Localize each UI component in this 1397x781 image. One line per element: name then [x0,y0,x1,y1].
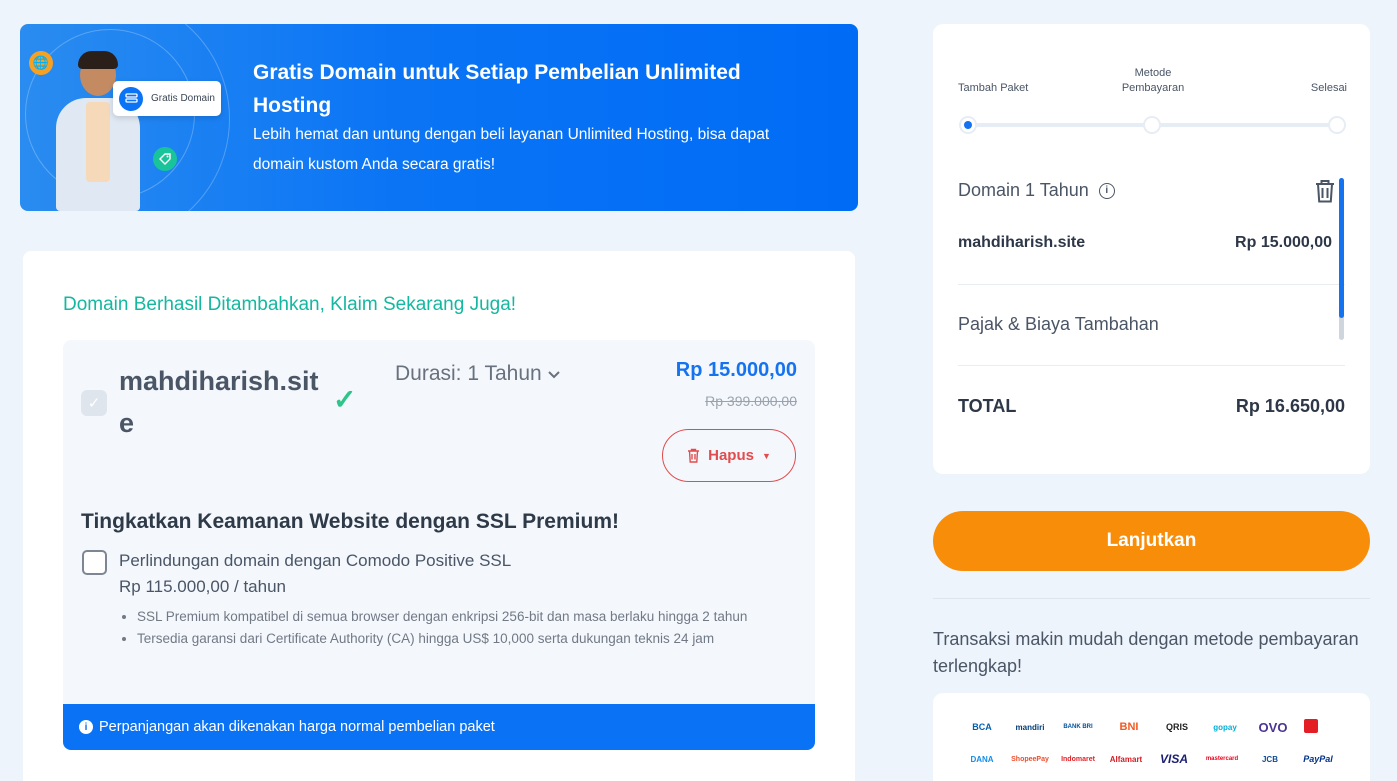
bri-logo: BANK BRI [1063,724,1093,730]
renewal-note-text: Perpanjangan akan dikenakan harga normal… [99,719,495,735]
continue-button[interactable]: Lanjutkan [933,511,1370,571]
tag-icon [153,147,177,171]
domain-card: Domain Berhasil Ditambahkan, Klaim Sekar… [23,251,855,781]
caret-down-icon: ▼ [761,450,771,461]
ssl-feature: SSL Premium kompatibel di semua browser … [137,606,797,628]
payment-methods-text: Transaksi makin mudah dengan metode pemb… [933,629,1359,676]
total-row: TOTAL Rp 16.650,00 [958,396,1345,417]
step-dot-active [959,116,977,134]
ssl-name: Perlindungan domain dengan Comodo Positi… [119,551,512,570]
success-message: Domain Berhasil Ditambahkan, Klaim Sekar… [63,294,517,315]
store-logo [1304,719,1318,733]
step-label-payment-method: Metode Pembayaran [1121,67,1185,94]
ssl-checkbox[interactable] [82,550,107,575]
bni-logo: BNI [1119,721,1139,733]
promo-banner: 🌐 Gratis Domain Gratis Domain untuk Seti… [20,24,858,211]
domain-checkbox: ✓ [81,390,107,416]
duration-value: Durasi: 1 Tahun [395,362,542,385]
mandiri-logo: mandiri [1015,722,1045,732]
divider [933,598,1370,599]
summary-domain-title: Domain 1 Tahun i [958,180,1115,201]
person-shirt [86,102,110,182]
summary-domain-name: mahdiharish.site [958,234,1086,251]
total-label: TOTAL [958,396,1017,416]
visa-logo: VISA [1159,752,1188,766]
payment-logos: BCA mandiri BANK BRI BNI QRIS gopay OVO … [933,693,1370,781]
trash-icon [688,448,700,463]
renewal-note: i Perpanjangan akan dikenakan harga norm… [63,704,815,750]
promo-person-illustration [50,51,145,211]
duration-select[interactable]: Durasi: 1 Tahun [395,362,560,386]
delete-label: Hapus [708,447,754,464]
mastercard-logo: mastercard [1205,756,1239,762]
alfamart-logo: Alfamart [1109,754,1143,764]
ovo-logo: OVO [1258,719,1288,735]
ssl-feature-list: SSL Premium kompatibel di semua browser … [137,606,797,649]
check-icon: ✓ [333,384,357,415]
banner-description: Lebih hemat dan untung dengan beli layan… [253,126,770,173]
tax-label: Pajak & Biaya Tambahan [958,314,1159,334]
person-hair [78,51,118,69]
dana-logo: DANA [970,754,994,764]
scrollbar-thumb[interactable] [1339,178,1344,318]
domain-name: mahdiharish.site [119,366,319,438]
summary-domain-title-text: Domain 1 Tahun [958,180,1089,200]
summary-domain-row: mahdiharish.site Rp 15.000,00 [958,234,1332,252]
delete-dropdown-button[interactable]: Hapus ▼ [662,429,796,482]
indomaret-logo: Indomaret [1061,755,1095,763]
step-label-done: Selesai [1310,82,1347,94]
gopay-logo: gopay [1213,722,1237,732]
divider [958,365,1345,366]
jcb-logo: JCB [1261,754,1278,764]
chevron-down-icon [547,368,560,382]
ssl-price: Rp 115.000,00 / tahun [119,577,286,596]
total-value: Rp 16.650,00 [1235,396,1345,416]
domain-item-panel: ✓ mahdiharish.site ✓ Durasi: 1 Tahun Rp … [63,340,815,750]
domain-icon [119,86,143,111]
divider [958,284,1345,285]
order-summary: Tambah Paket Metode Pembayaran Selesai D… [933,24,1370,474]
qris-logo: QRIS [1165,722,1188,732]
summary-domain-price: Rp 15.000,00 [1235,234,1332,251]
free-domain-tag: Gratis Domain [113,81,221,116]
domain-old-price: Rp 399.000,00 [705,393,797,409]
banner-title: Gratis Domain untuk Setiap Pembelian Unl… [253,61,741,117]
bca-logo: BCA [972,722,992,732]
step-dot [1143,116,1161,134]
trash-icon[interactable] [1314,179,1338,205]
shopeepay-logo: ShopeePay [1011,755,1049,763]
step-dot [1328,116,1346,134]
summary-scrollbar[interactable] [1339,178,1344,340]
domain-price: Rp 15.000,00 [675,359,797,381]
step-label-add-package: Tambah Paket [958,82,1029,94]
info-icon: i [79,720,93,734]
ssl-title: Tingkatkan Keamanan Website dengan SSL P… [81,510,619,533]
ssl-feature: Tersedia garansi dari Certificate Author… [137,628,797,650]
info-icon[interactable]: i [1098,182,1115,199]
paypal-logo: PayPal [1303,754,1333,764]
free-domain-tag-label: Gratis Domain [151,93,215,104]
